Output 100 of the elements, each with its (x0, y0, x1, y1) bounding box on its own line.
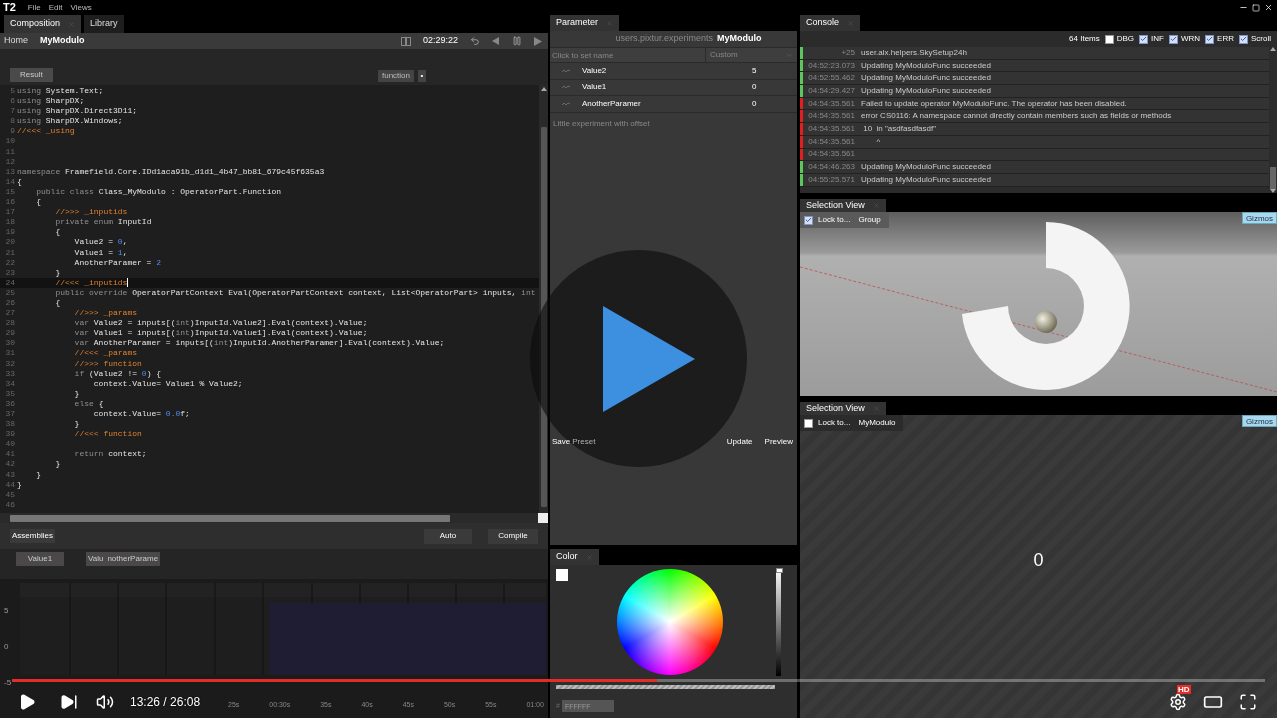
line-number: 42 (4, 459, 16, 470)
gizmos-button[interactable]: Gizmos (1241, 212, 1277, 224)
log-row[interactable]: +25 user.alx.helpers.SkySetup24h (800, 47, 1269, 60)
checkbox[interactable] (804, 418, 813, 428)
log-row[interactable]: 04:54:35.561 10 in "asdfasdfasdf" (800, 123, 1269, 136)
horizontal-scrollbar[interactable] (0, 513, 548, 523)
parameter-value[interactable]: 0 (752, 81, 757, 94)
save-button[interactable]: Save (552, 436, 571, 448)
line-number: 10 (4, 136, 16, 147)
filter-label[interactable]: ERR (1217, 33, 1234, 45)
function-tag[interactable]: function (377, 70, 414, 82)
scroll-up-icon[interactable] (540, 87, 547, 91)
parameter-name: AnotherParamer (582, 97, 642, 110)
breadcrumb[interactable]: Home (4, 34, 28, 48)
scene-viewport-drawing[interactable] (800, 212, 1277, 396)
filter-label[interactable]: INF (1151, 33, 1164, 45)
parameter-value[interactable]: 0 (752, 97, 757, 110)
columns-icon[interactable] (400, 36, 411, 46)
lock-label[interactable]: Lock to... (818, 417, 851, 429)
log-row[interactable]: 04:54:29.427 Updating MyModuloFunc succeeded (800, 85, 1269, 98)
tag-menu-button[interactable]: • (418, 70, 426, 82)
preview-button[interactable]: Preview (764, 436, 793, 448)
code-line: { (54, 227, 61, 238)
log-message: Failed to update operator MyModuloFunc. The operator has been disabled. (861, 97, 1127, 110)
panel-tab[interactable]: Console (800, 15, 861, 31)
wave-icon (562, 85, 570, 90)
panel-tab[interactable]: Library (84, 15, 124, 33)
panel-tab[interactable]: Selection View (800, 402, 886, 415)
log-row[interactable]: 04:54:35.561 error CS0116: A namespace cannot directly contain members such as fields or methods (800, 110, 1269, 124)
vertical-scrollbar[interactable] (1269, 47, 1277, 193)
log-time: 04:55:25.571 (807, 173, 855, 186)
play-icon[interactable] (18, 693, 36, 711)
line-number: 43 (4, 469, 16, 480)
log-row[interactable]: 04:54:46.263 Updating MyModuloFunc succeeded (800, 161, 1269, 174)
input-node[interactable]: Valu (86, 552, 106, 566)
alpha-slider[interactable] (556, 685, 775, 689)
log-message: Updating MyModuloFunc succeeded (861, 72, 991, 85)
log-message: user.alx.helpers.SkySetup24h (861, 46, 967, 59)
checkbox[interactable] (1205, 34, 1215, 44)
close-icon[interactable] (1264, 3, 1273, 12)
code-line: return context; (73, 449, 147, 460)
checkbox[interactable] (804, 215, 813, 225)
brightness-slider[interactable] (776, 568, 781, 676)
log-time: 04:52:55.462 (807, 72, 855, 85)
code-editor[interactable] (0, 85, 548, 523)
color-swatch[interactable] (556, 569, 568, 581)
auto-button[interactable]: Auto (424, 528, 472, 544)
filter-label[interactable]: Scroll (1251, 33, 1271, 45)
undo-icon[interactable] (470, 36, 480, 46)
filter-label[interactable]: WRN (1181, 33, 1201, 45)
maximize-icon[interactable] (1252, 3, 1260, 12)
pause-icon[interactable] (512, 36, 522, 46)
code-line: } (35, 469, 41, 480)
input-node[interactable]: Value1 (16, 552, 64, 566)
slider-thumb[interactable] (776, 568, 783, 573)
filter-label[interactable]: DBG (1116, 33, 1135, 45)
next-icon[interactable] (60, 693, 78, 711)
parameter-row[interactable]: Value2 5 (550, 63, 797, 80)
panel-tab[interactable]: Composition (4, 15, 82, 33)
parameter-value[interactable]: 5 (752, 64, 757, 77)
line-number: 40 (4, 439, 16, 450)
settings-icon[interactable] (1169, 693, 1187, 711)
checkbox[interactable] (1104, 34, 1114, 44)
fullscreen-icon[interactable] (1239, 693, 1257, 711)
step-back-icon[interactable] (492, 37, 500, 45)
log-row[interactable]: 04:52:55.462 Updating MyModuloFunc succeeded (800, 72, 1269, 86)
scroll-up-icon[interactable] (1270, 47, 1276, 51)
log-message: error CS0116: A namespace cannot directly contain members such as fields or methods (861, 110, 1172, 123)
parameter-row[interactable]: Value1 0 (550, 79, 797, 96)
line-number: 35 (4, 388, 16, 399)
line-number: 36 (4, 398, 16, 409)
panel-tab[interactable]: Parameter (550, 15, 620, 31)
menu-item[interactable]: Edit (48, 1, 63, 14)
breadcrumb[interactable]: MyModulo (40, 34, 85, 48)
vertical-scrollbar[interactable] (539, 85, 548, 513)
menu-item[interactable]: Views (70, 1, 92, 14)
gizmos-button[interactable]: Gizmos (1241, 415, 1277, 427)
result-button[interactable]: Result (10, 68, 53, 82)
checkbox[interactable] (1139, 34, 1149, 44)
update-button[interactable]: Update (726, 436, 753, 448)
compile-button[interactable]: Compile (488, 528, 538, 544)
checkbox[interactable] (1239, 34, 1248, 44)
log-time: +25 (840, 46, 855, 59)
input-node[interactable]: notherParame (105, 552, 161, 566)
lock-label[interactable]: Lock to... (818, 214, 851, 226)
line-number: 37 (4, 409, 16, 420)
line-number: 5 (9, 86, 16, 97)
volume-icon[interactable] (96, 693, 114, 711)
checkbox[interactable] (1169, 34, 1178, 44)
panel-tab[interactable]: Selection View (800, 199, 886, 212)
log-time: 04:54:35.561 (807, 148, 855, 161)
log-message: Updating MyModuloFunc succeeded (861, 161, 991, 174)
scrollbar-thumb[interactable] (1270, 167, 1276, 189)
parameter-row[interactable]: AnotherParamer 0 (550, 96, 797, 113)
menu-item[interactable]: File (27, 1, 41, 14)
assemblies-button[interactable]: Assemblies (10, 529, 55, 543)
log-time: 04:54:35.561 (807, 110, 855, 123)
panel-tab[interactable]: Color (550, 549, 599, 565)
name-field[interactable]: Click to set name (550, 48, 705, 62)
axis-label: 5 (4, 607, 10, 615)
